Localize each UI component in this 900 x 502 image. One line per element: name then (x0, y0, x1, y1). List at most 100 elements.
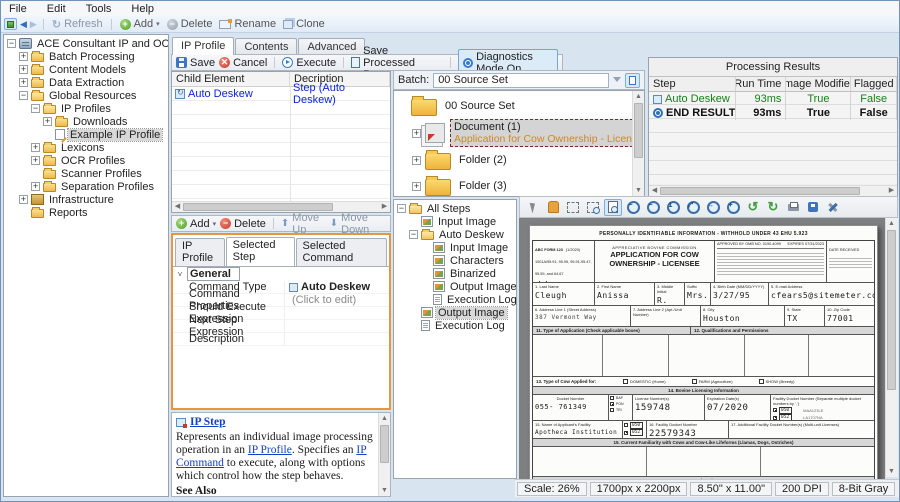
step-add-dropdown-icon[interactable]: ▾ (213, 220, 217, 228)
expander-icon[interactable] (19, 195, 28, 204)
batch-tree-item[interactable]: Document (1)Application for Cow Ownershi… (394, 119, 631, 147)
viewer-tool[interactable] (784, 199, 802, 216)
menu-item[interactable]: File (9, 3, 27, 15)
forward-button[interactable]: ▶ (30, 18, 37, 30)
clone-button[interactable]: Clone (281, 18, 327, 30)
results-row[interactable]: Auto Deskew 93ms True False (649, 92, 897, 106)
save-button[interactable]: Save (176, 57, 215, 69)
nav-tree-item[interactable]: Example IP Profile (4, 128, 168, 141)
viewer-tool[interactable] (644, 199, 662, 216)
execute-button[interactable]: Execute (282, 57, 336, 69)
expander-icon[interactable] (412, 156, 421, 165)
expander-icon[interactable] (409, 230, 418, 239)
expander-icon[interactable] (19, 52, 28, 61)
column-header-child-element[interactable]: Child Element (172, 72, 290, 86)
navigator-icon[interactable] (4, 18, 17, 30)
viewer-tool[interactable] (744, 199, 762, 216)
page-view-button[interactable] (625, 73, 640, 88)
step-add-button[interactable]: +Add▾ (176, 218, 216, 230)
viewer-tool[interactable] (604, 199, 622, 216)
viewer-tool[interactable] (584, 199, 602, 216)
expander-icon[interactable] (31, 143, 40, 152)
step-delete-button[interactable]: −Delete (220, 218, 266, 230)
viewer-tool[interactable] (704, 199, 722, 216)
expander-icon[interactable] (412, 182, 421, 191)
viewer-tool[interactable] (624, 199, 642, 216)
move-down-button[interactable]: ⬇Move Down (330, 212, 386, 236)
batch-tree-item[interactable]: 00 Source Set (394, 93, 631, 119)
grid-hscrollbar[interactable]: ◀▶ (172, 201, 390, 212)
batch-vscrollbar[interactable]: ▲▼ (632, 91, 644, 196)
menu-item[interactable]: Edit (47, 3, 66, 15)
nav-tree-item[interactable]: Batch Processing (4, 50, 168, 63)
viewer-tool[interactable] (764, 199, 782, 216)
column-header-image-modified[interactable]: Image Modified (786, 77, 851, 91)
property-value[interactable]: (Click to edit) (285, 294, 389, 306)
results-row[interactable]: END RESULT 93ms True False (649, 106, 897, 120)
viewer-vscrollbar[interactable]: ▲▼ (885, 218, 898, 477)
menu-item[interactable]: Help (131, 3, 154, 15)
column-header-flagged[interactable]: Flagged (851, 77, 897, 91)
nav-tree-item[interactable]: Reports (4, 206, 168, 219)
expander-icon[interactable] (397, 204, 406, 213)
steps-tree-item[interactable]: Input Image (394, 215, 516, 228)
steps-tree-item[interactable]: Input Image (394, 241, 516, 254)
viewer-tool[interactable] (684, 199, 702, 216)
column-header-step[interactable]: Step (649, 77, 736, 91)
nav-tree-item[interactable]: Downloads (4, 115, 168, 128)
expander-icon[interactable] (7, 39, 16, 48)
nav-tree-item[interactable]: ACE Consultant IP and OCR (4, 37, 168, 50)
expander-icon[interactable] (31, 182, 40, 191)
viewer-tool[interactable] (724, 199, 742, 216)
property-row[interactable]: Next Step Expression (173, 320, 389, 333)
expander-icon[interactable] (19, 91, 28, 100)
profile-tab[interactable]: IP Profile (172, 37, 234, 55)
add-button[interactable]: +Add▾ (118, 18, 162, 30)
back-button[interactable]: ◀ (20, 18, 27, 30)
steps-tree-item[interactable]: Binarized (394, 267, 516, 280)
collapse-icon[interactable]: ˅ (173, 270, 187, 279)
nav-tree-item[interactable]: Content Models (4, 63, 168, 76)
step-tab[interactable]: IP Profile (175, 238, 225, 266)
expander-icon[interactable] (43, 117, 52, 126)
viewer-tool[interactable] (544, 199, 562, 216)
refresh-button[interactable]: ↻Refresh (50, 18, 105, 31)
batch-tree-item[interactable]: Folder (3) (394, 173, 631, 196)
expander-icon[interactable] (31, 104, 40, 113)
step-tab[interactable]: Selected Command (296, 238, 387, 266)
expander-icon[interactable] (31, 156, 40, 165)
delete-button[interactable]: −Delete (165, 18, 215, 30)
menu-item[interactable]: Tools (86, 3, 112, 15)
steps-tree-item[interactable]: Output Image (394, 280, 516, 293)
steps-tree-item[interactable]: Output Image (394, 306, 516, 319)
rename-button[interactable]: Rename (217, 18, 278, 30)
nav-tree-item[interactable]: Infrastructure (4, 193, 168, 206)
column-header-run-time[interactable]: Run Time (736, 77, 787, 91)
property-row[interactable]: Description (173, 333, 389, 346)
steps-tree-item[interactable]: Auto Deskew (394, 228, 516, 241)
nav-tree-item[interactable]: Lexicons (4, 141, 168, 154)
cancel-button[interactable]: ✕Cancel (219, 57, 267, 69)
steps-tree-item[interactable]: Execution Log (394, 293, 516, 306)
steps-tree-item[interactable]: All Steps (394, 202, 516, 215)
step-tab[interactable]: Selected Step (226, 237, 295, 266)
grid-row-auto-deskew[interactable]: Auto Deskew Step (Auto Deskew) (172, 87, 390, 101)
property-value[interactable]: Auto Deskew (285, 281, 389, 293)
ip-profile-link[interactable]: IP Profile (248, 444, 292, 456)
viewer-tool[interactable] (524, 199, 542, 216)
viewer-tool[interactable] (804, 199, 822, 216)
batch-tree-item[interactable]: Folder (2) (394, 147, 631, 173)
viewer-canvas[interactable]: PERSONALLY IDENTIFIABLE INFORMATION - WI… (519, 218, 885, 479)
viewer-tool[interactable] (824, 199, 842, 216)
nav-tree-item[interactable]: Data Extraction (4, 76, 168, 89)
viewer-tool[interactable] (664, 199, 682, 216)
ip-step-link[interactable]: IP Step (190, 416, 225, 429)
filter-icon[interactable] (613, 77, 621, 82)
results-hscrollbar[interactable]: ◀▶ (649, 185, 897, 196)
batch-combo[interactable]: 00 Source Set (433, 73, 609, 88)
profile-tab[interactable]: Contents (235, 38, 297, 55)
nav-tree-item[interactable]: OCR Profiles (4, 154, 168, 167)
nav-tree-item[interactable]: Separation Profiles (4, 180, 168, 193)
steps-tree-item[interactable]: Characters (394, 254, 516, 267)
viewer-tool[interactable] (564, 199, 582, 216)
